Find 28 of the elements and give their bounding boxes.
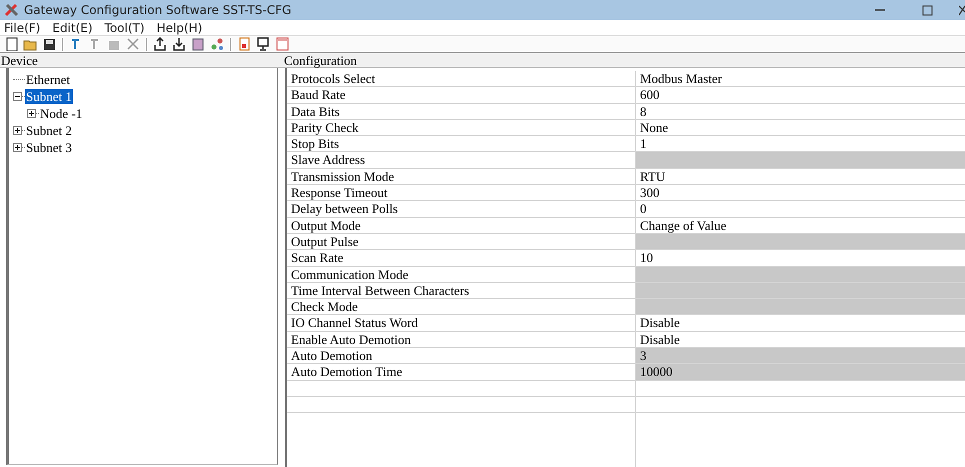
expand-icon[interactable]	[27, 109, 36, 118]
network-icon[interactable]	[210, 37, 224, 51]
menu-item[interactable]: Edit(E)	[52, 18, 93, 36]
new-file-icon[interactable]	[4, 37, 18, 51]
tools-icon	[4, 3, 20, 17]
tree-item[interactable]: Subnet 2	[25, 123, 73, 138]
menu-item[interactable]: Tool(T)	[104, 18, 145, 36]
document-icon[interactable]	[237, 37, 251, 51]
tree-item[interactable]: Subnet 1	[25, 89, 73, 104]
monitor-icon[interactable]	[256, 37, 270, 51]
report-icon[interactable]	[275, 37, 289, 51]
tree-item[interactable]: Subnet 3	[25, 140, 73, 155]
maximize-icon[interactable]	[922, 4, 933, 16]
close-icon[interactable]	[959, 4, 965, 16]
upload-icon[interactable]	[153, 37, 167, 51]
window-title: Gateway Configuration Software SST-TS-CFG	[24, 2, 292, 19]
delete-icon[interactable]	[126, 37, 140, 51]
download-icon[interactable]	[172, 37, 186, 51]
panel-header: Configuration	[282, 53, 965, 68]
menu-item[interactable]: Help(H)	[156, 18, 202, 36]
panel-header: Device	[0, 53, 282, 68]
menu-item[interactable]: File(F)	[4, 18, 40, 36]
collapse-icon[interactable]	[13, 92, 22, 101]
save-icon[interactable]	[42, 37, 56, 51]
expand-icon[interactable]	[13, 126, 22, 135]
tree-item[interactable]: Node -1	[39, 106, 84, 121]
expand-icon[interactable]	[13, 143, 22, 152]
tree-item[interactable]: Ethernet	[25, 72, 72, 87]
